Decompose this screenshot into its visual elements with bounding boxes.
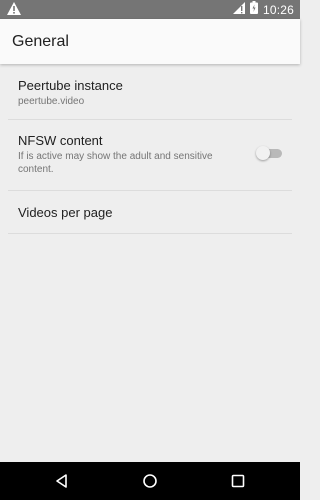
back-icon[interactable] <box>53 472 71 490</box>
signal-icon <box>232 1 245 19</box>
nav-bar <box>0 462 300 500</box>
battery-icon <box>249 0 258 19</box>
recents-icon[interactable] <box>229 472 247 490</box>
pref-title: Videos per page <box>18 205 113 220</box>
pref-nsfw-content[interactable]: NFSW content If is active may show the a… <box>8 120 292 191</box>
nsfw-toggle[interactable] <box>256 146 284 160</box>
page-title: General <box>12 33 69 50</box>
home-icon[interactable] <box>141 472 159 490</box>
pref-summary: peertube.video <box>18 96 85 107</box>
preferences-list: Peertube instance peertube.video NFSW co… <box>0 64 300 234</box>
toggle-thumb <box>256 146 270 160</box>
pref-title: NFSW content <box>18 133 103 148</box>
status-bar: 10:26 <box>0 0 300 19</box>
pref-videos-per-page[interactable]: Videos per page <box>8 191 292 234</box>
pref-peertube-instance[interactable]: Peertube instance peertube.video <box>8 64 292 120</box>
status-time: 10:26 <box>262 2 294 17</box>
warning-icon <box>7 2 21 20</box>
app-bar: General <box>0 19 300 64</box>
pref-title: Peertube instance <box>18 78 123 93</box>
pref-summary: If is active may show the adult and sens… <box>18 151 213 175</box>
